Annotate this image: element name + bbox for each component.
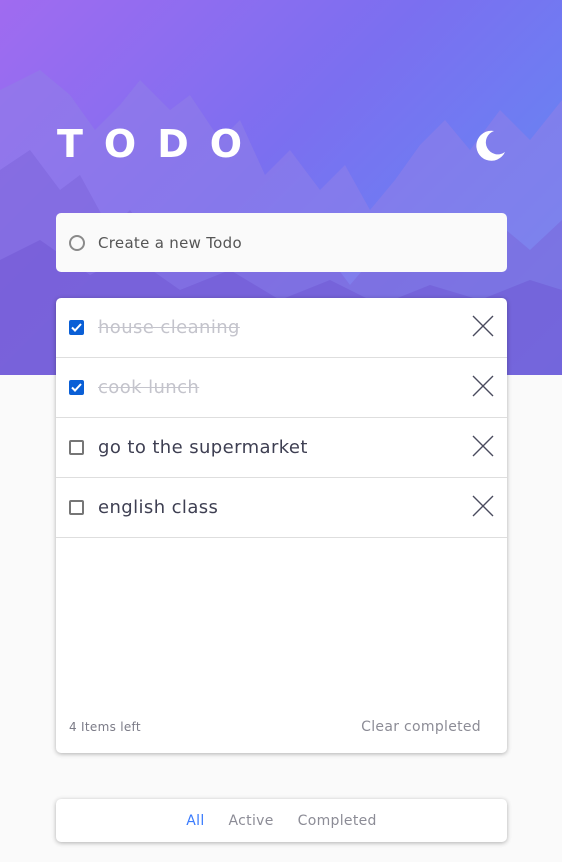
new-todo-field[interactable]: Create a new Todo — [56, 213, 507, 272]
filter-all[interactable]: All — [186, 813, 204, 829]
todo-item: go to the supermarket — [56, 418, 507, 478]
todo-item: cook lunch — [56, 358, 507, 418]
todo-item: english class — [56, 478, 507, 538]
todo-list: house cleaning cook lunch go to the superm… — [56, 298, 507, 538]
close-icon[interactable] — [471, 434, 495, 458]
todo-checkbox[interactable] — [69, 320, 84, 335]
todo-checkbox[interactable] — [69, 440, 84, 455]
todo-text: house cleaning — [98, 317, 240, 338]
filter-completed[interactable]: Completed — [298, 813, 377, 829]
todo-checkbox[interactable] — [69, 380, 84, 395]
new-todo-circle-icon — [69, 234, 85, 251]
close-icon[interactable] — [471, 374, 495, 398]
close-icon[interactable] — [471, 494, 495, 518]
close-icon[interactable] — [471, 314, 495, 338]
new-todo-input[interactable]: Create a new Todo — [98, 234, 242, 252]
list-footer: 4 Items left Clear completed — [56, 716, 507, 740]
todo-text: english class — [98, 497, 219, 518]
todo-checkbox[interactable] — [69, 500, 84, 515]
todo-item: house cleaning — [56, 298, 507, 358]
todo-text: cook lunch — [98, 377, 200, 398]
todo-list-card: house cleaning cook lunch go to the superm… — [56, 298, 507, 753]
clear-completed-button[interactable]: Clear completed — [361, 719, 481, 735]
todo-text: go to the supermarket — [98, 437, 308, 458]
app-title: TODO — [57, 122, 264, 166]
moon-icon[interactable] — [472, 128, 508, 164]
filter-active[interactable]: Active — [229, 813, 274, 829]
filter-bar: All Active Completed — [56, 799, 507, 842]
items-left-count: 4 Items left — [69, 720, 141, 734]
